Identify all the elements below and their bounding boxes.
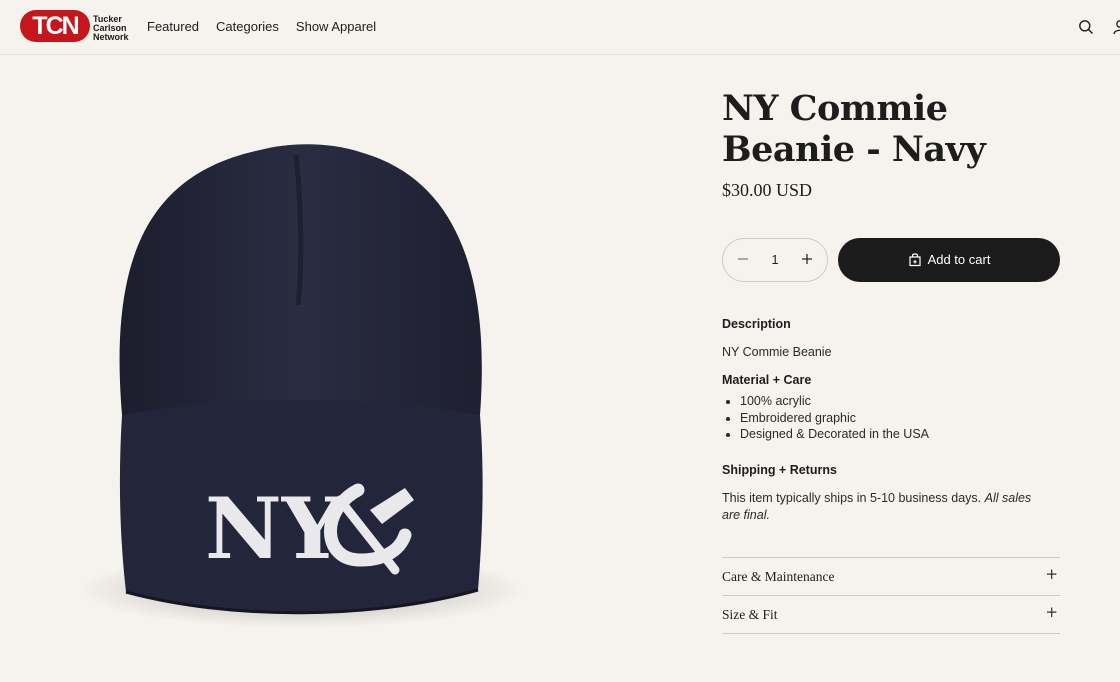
material-item: 100% acrylic	[740, 393, 929, 410]
material-item: Embroidered graphic	[740, 410, 929, 427]
shipping-text: This item typically ships in 5-10 busine…	[722, 490, 1052, 524]
search-icon[interactable]	[1078, 19, 1094, 35]
quantity-decrease-button[interactable]	[725, 239, 761, 281]
shipping-text-main: This item typically ships in 5-10 busine…	[722, 491, 982, 505]
logo-mark: TCN	[20, 10, 90, 42]
logo-line-3: Network	[93, 32, 129, 42]
quantity-stepper: 1	[722, 238, 828, 282]
nav-show-apparel[interactable]: Show Apparel	[296, 19, 376, 34]
logo-wordmark: Tucker Carlson Network	[93, 15, 137, 42]
add-to-cart-label: Add to cart	[927, 252, 991, 267]
plus-icon: +	[1045, 565, 1058, 583]
buy-row: 1 Add to cart	[722, 238, 1060, 282]
accordion-label: Care & Maintenance	[722, 569, 835, 584]
product-image[interactable]: NY	[40, 80, 600, 660]
product-title-line-2: Beanie - Navy	[722, 129, 986, 170]
product-price: $30.00 USD	[722, 180, 813, 200]
product-info: NY Commie Beanie - Navy $30.00 USD 1 Add…	[722, 88, 1060, 634]
plus-icon	[802, 254, 812, 264]
accordion-label: Size & Fit	[722, 607, 778, 622]
description-text: NY Commie Beanie	[722, 345, 832, 359]
cart-icon	[908, 253, 921, 267]
material-item: Designed & Decorated in the USA	[740, 426, 929, 443]
nav-featured[interactable]: Featured	[147, 19, 199, 34]
product-title-line-1: NY Commie	[722, 88, 948, 129]
beanie-embroidery-text: NY	[205, 479, 343, 578]
plus-icon: +	[1045, 603, 1058, 621]
description-heading: Description	[722, 317, 791, 331]
shipping-heading: Shipping + Returns	[722, 463, 837, 477]
material-list: 100% acrylic Embroidered graphic Designe…	[722, 393, 929, 443]
main-nav: Featured Categories Show Apparel	[147, 19, 376, 34]
account-icon[interactable]	[1112, 19, 1120, 35]
minus-icon	[738, 258, 748, 260]
accordion-divider	[722, 633, 1060, 634]
accordion-care-maintenance[interactable]: Care & Maintenance +	[722, 557, 1060, 595]
nav-categories[interactable]: Categories	[216, 19, 279, 34]
accordion-size-fit[interactable]: Size & Fit +	[722, 595, 1060, 633]
quantity-increase-button[interactable]	[789, 239, 825, 281]
quantity-input[interactable]: 1	[759, 239, 791, 281]
add-to-cart-button[interactable]: Add to cart	[838, 238, 1060, 282]
tcn-logo[interactable]: TCN Tucker Carlson Network	[20, 10, 132, 44]
product-title: NY Commie Beanie - Navy	[722, 88, 1060, 170]
site-header: TCN Tucker Carlson Network Featured Cate…	[0, 0, 1120, 55]
material-heading: Material + Care	[722, 373, 812, 387]
